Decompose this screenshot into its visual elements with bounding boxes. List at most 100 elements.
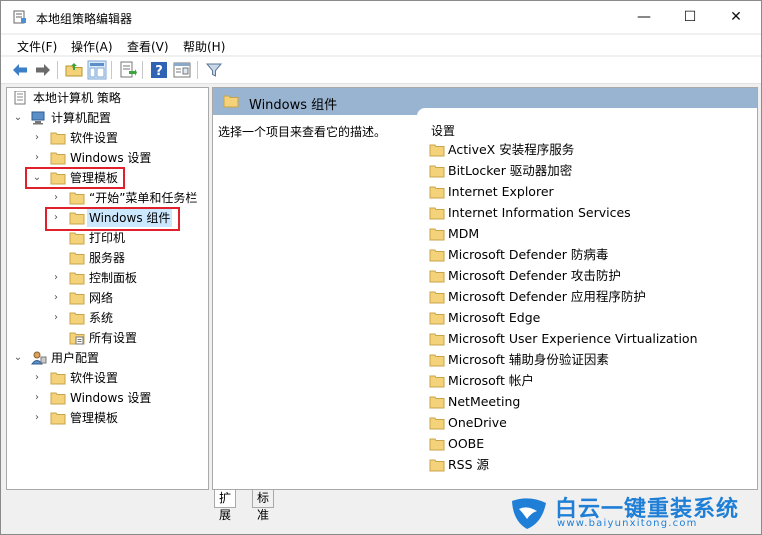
settings-item-label: ActiveX 安装程序服务 (448, 142, 575, 157)
folder-icon (50, 152, 66, 165)
tree-item-control-panel[interactable]: › 控制面板 (13, 269, 203, 287)
tree-item-all-settings[interactable]: 所有设置 (13, 329, 203, 347)
tree-item-system[interactable]: › 系统 (13, 309, 203, 327)
tree-item-label: 打印机 (89, 231, 126, 245)
settings-item-label: Microsoft Defender 应用程序防护 (448, 289, 646, 304)
settings-item-label: Microsoft Edge (448, 310, 541, 325)
tree-item-computer-config[interactable]: ⌄ 计算机配置 (13, 109, 203, 127)
details-title: Windows 组件 (249, 98, 338, 113)
tree-item-label: 控制面板 (89, 271, 138, 285)
tree-item-label: 服务器 (89, 251, 126, 265)
tree-item-label: 计算机配置 (51, 111, 112, 125)
folder-icon (429, 186, 445, 199)
tree-item-label: “开始”菜单和任务栏 (89, 191, 198, 205)
tree-item-uc-windows[interactable]: › Windows 设置 (13, 389, 203, 407)
chevron-right-icon[interactable]: › (32, 369, 42, 387)
chevron-right-icon[interactable]: › (32, 149, 42, 167)
folder-icon (69, 312, 85, 325)
title-bar[interactable]: 本地组策略编辑器 — ☐ ✕ (1, 1, 761, 33)
column-header-settings[interactable]: 设置 (431, 122, 455, 139)
minimize-button[interactable]: — (621, 1, 667, 33)
chevron-right-icon[interactable]: › (51, 269, 61, 287)
folder-icon (69, 272, 85, 285)
folder-icon (429, 144, 445, 157)
tab-standard[interactable]: 标准 (252, 490, 275, 522)
toolbar-separator (197, 61, 198, 79)
folder-icon (69, 232, 85, 245)
chevron-right-icon[interactable]: › (32, 129, 42, 147)
gpedit-app-icon (13, 10, 26, 24)
settings-item-label: RSS 源 (448, 457, 490, 472)
folder-icon (69, 192, 85, 205)
toolbar: ? (1, 57, 761, 84)
watermark: 白云一键重装系统 www.baiyunxitong.com (509, 491, 759, 533)
tree-item-network[interactable]: › 网络 (13, 289, 203, 307)
console-tree[interactable]: 本地计算机 策略 ⌄ 计算机配置 › 软件设置 › Windows 设置 ⌄ 管… (6, 87, 209, 490)
toolbar-separator (57, 61, 58, 79)
settings-item-label: Microsoft Defender 攻击防护 (448, 268, 621, 283)
chevron-right-icon[interactable]: › (51, 309, 61, 327)
user-icon (31, 351, 47, 365)
toolbar-separator (111, 61, 112, 79)
settings-item-label: OneDrive (448, 415, 507, 430)
tree-item-label: 本地计算机 策略 (33, 91, 121, 105)
folder-icon (50, 372, 66, 385)
tree-item-label: 软件设置 (70, 371, 119, 385)
folder-icon (429, 228, 445, 241)
chevron-down-icon[interactable]: ⌄ (13, 109, 23, 127)
chevron-right-icon[interactable]: › (51, 189, 61, 207)
chevron-right-icon[interactable]: › (32, 389, 42, 407)
properties-icon[interactable] (172, 60, 192, 80)
menu-action[interactable]: 操作(A) (71, 38, 113, 55)
tree-item-label: 系统 (89, 311, 114, 325)
help-icon[interactable]: ? (149, 60, 169, 80)
menu-help[interactable]: 帮助(H) (183, 38, 225, 55)
tree-item-uc-software[interactable]: › 软件设置 (13, 369, 203, 387)
settings-list[interactable]: 设置 ActiveX 安装程序服务 BitLocker 驱动器加密 Internet… (417, 108, 757, 489)
folder-icon (429, 438, 445, 451)
tree-item-printers[interactable]: 打印机 (13, 229, 203, 247)
folder-icon (69, 292, 85, 305)
folder-icon (429, 333, 445, 346)
back-arrow-icon[interactable] (10, 60, 30, 80)
tree-item-user-config[interactable]: ⌄ 用户配置 (13, 349, 203, 367)
folder-icon (429, 312, 445, 325)
chevron-down-icon[interactable]: ⌄ (13, 349, 23, 367)
settings-item-label: BitLocker 驱动器加密 (448, 163, 573, 178)
folder-icon (429, 354, 445, 367)
folder-icon (50, 412, 66, 425)
tree-item-servers[interactable]: 服务器 (13, 249, 203, 267)
export-list-icon[interactable] (118, 60, 138, 80)
settings-item-label: MDM (448, 226, 480, 241)
tree-item-label: Windows 设置 (70, 391, 152, 405)
menu-file[interactable]: 文件(F) (17, 38, 57, 55)
highlight-box-windows-components (45, 207, 180, 231)
menu-view[interactable]: 查看(V) (127, 38, 169, 55)
settings-item-label: Microsoft 辅助身份验证因素 (448, 352, 609, 367)
tree-item-root[interactable]: 本地计算机 策略 (13, 89, 203, 107)
filter-icon[interactable] (204, 60, 224, 80)
tree-item-cc-windows[interactable]: › Windows 设置 (13, 149, 203, 167)
tree-item-label: 用户配置 (51, 351, 100, 365)
forward-arrow-icon[interactable] (33, 60, 53, 80)
tree-item-uc-admin[interactable]: › 管理模板 (13, 409, 203, 427)
settings-item-label: Internet Information Services (448, 205, 631, 220)
settings-item-label: Microsoft Defender 防病毒 (448, 247, 609, 262)
tree-item-label: 管理模板 (70, 411, 119, 425)
folder-icon (429, 165, 445, 178)
folder-icon (429, 396, 445, 409)
folder-icon (429, 459, 445, 472)
settings-item-label: Microsoft 帐户 (448, 373, 534, 388)
tab-extended[interactable]: 扩展 (214, 490, 237, 522)
close-button[interactable]: ✕ (713, 1, 759, 33)
up-folder-icon[interactable] (64, 60, 84, 80)
bird-logo-icon (512, 498, 546, 529)
menu-bar: 文件(F) 操作(A) 查看(V) 帮助(H) (1, 35, 761, 55)
tree-item-cc-software[interactable]: › 软件设置 (13, 129, 203, 147)
show-hide-tree-icon[interactable] (87, 60, 107, 80)
maximize-button[interactable]: ☐ (667, 1, 713, 33)
chevron-right-icon[interactable]: › (51, 289, 61, 307)
description-text: 选择一个项目来查看它的描述。 (218, 125, 387, 139)
tree-item-start-menu[interactable]: › “开始”菜单和任务栏 (13, 189, 203, 207)
chevron-right-icon[interactable]: › (32, 409, 42, 427)
